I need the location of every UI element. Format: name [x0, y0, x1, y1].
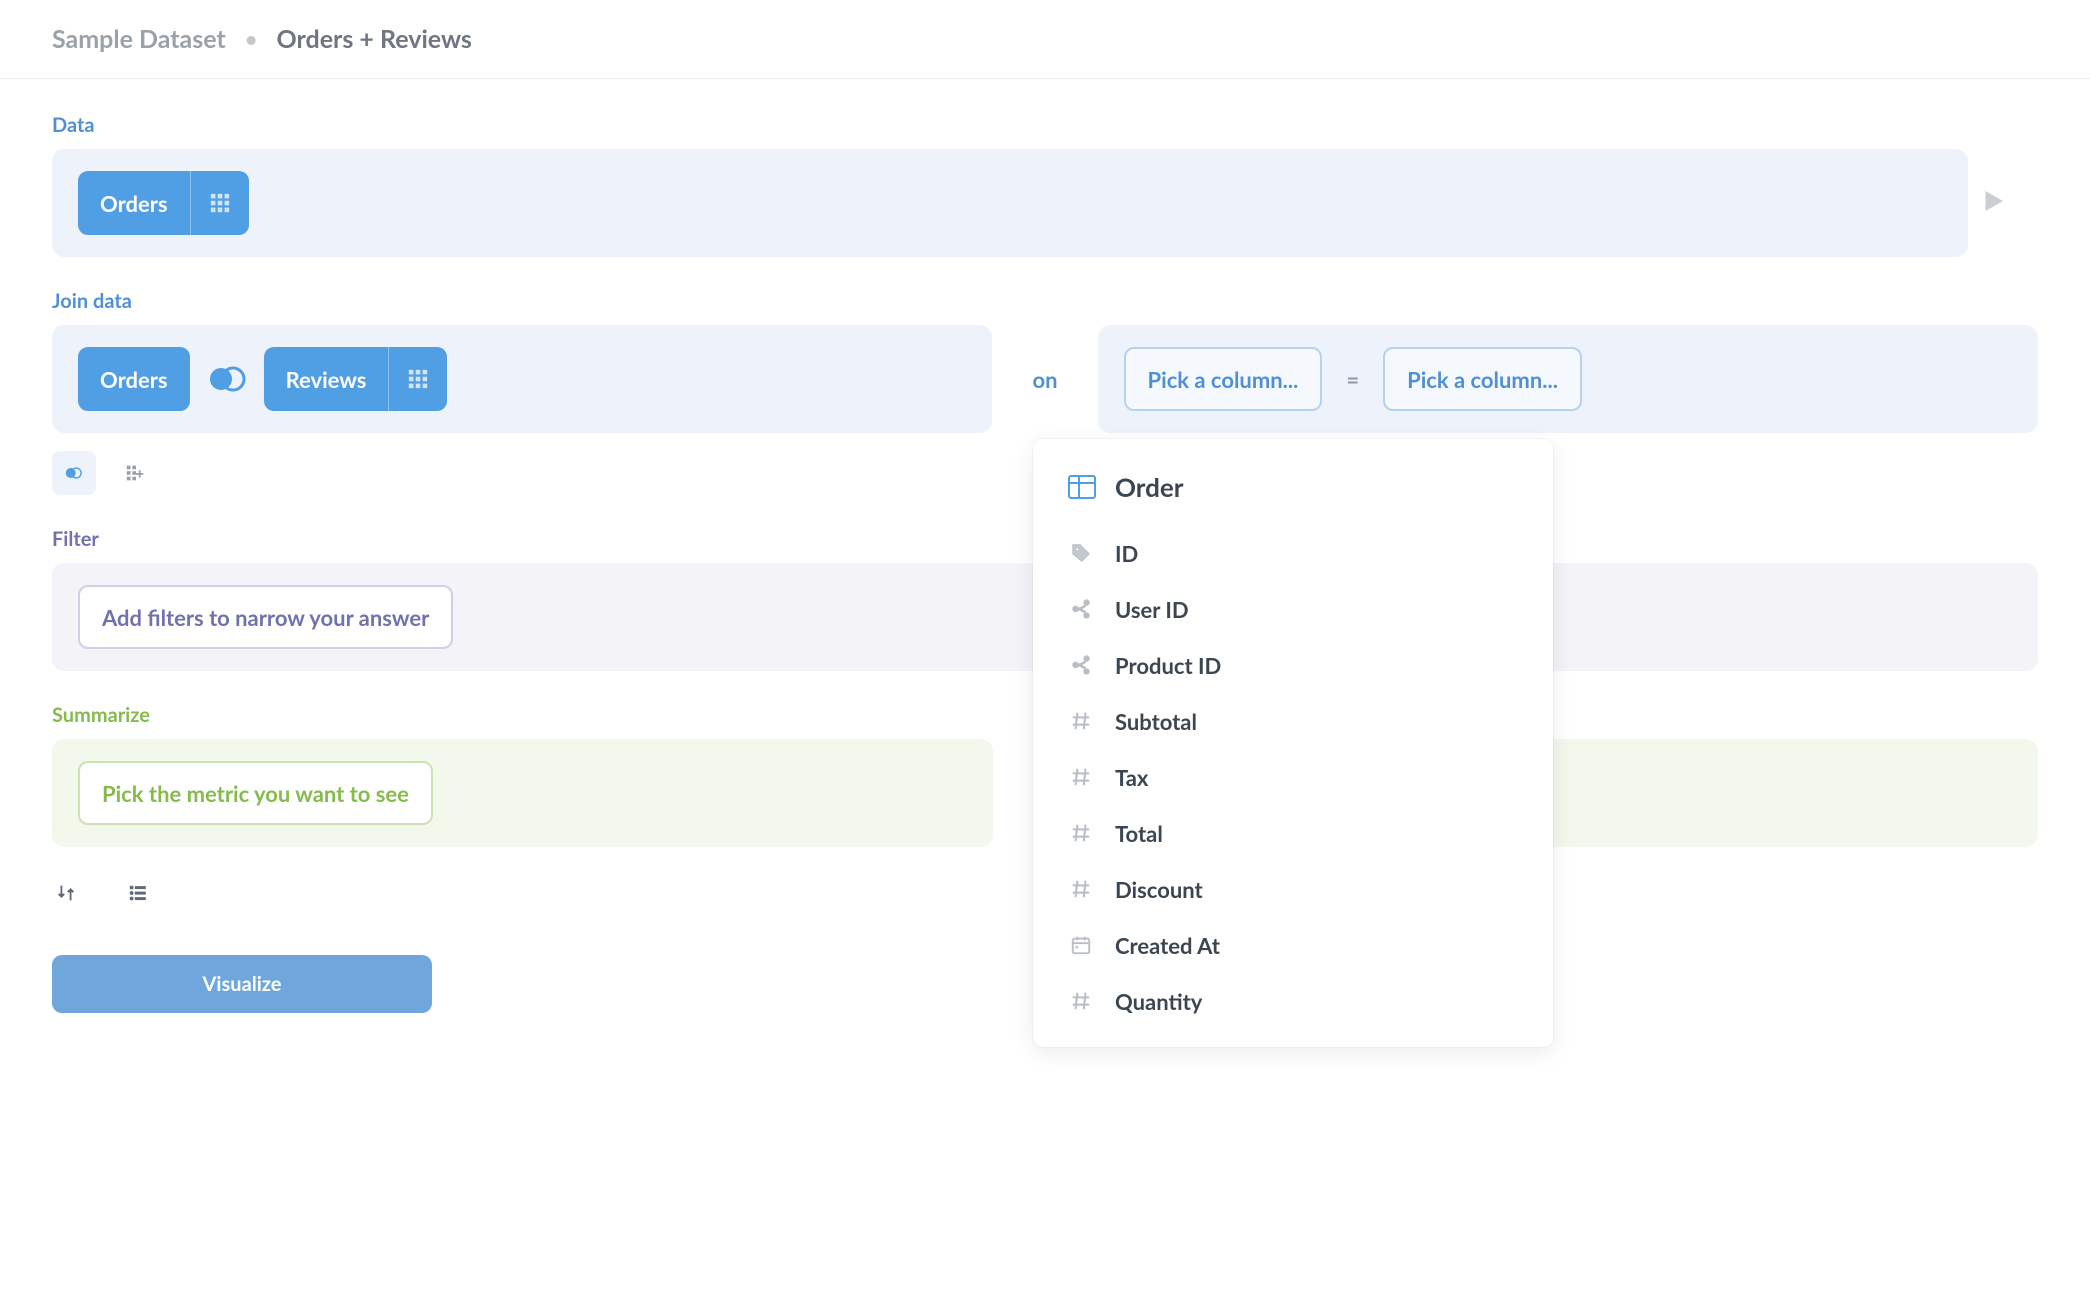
column-option-label: Created At: [1115, 932, 1220, 959]
join-on-label: on: [992, 366, 1097, 393]
column-option[interactable]: Created At: [1033, 917, 1553, 973]
breadcrumb-separator-icon: ●: [246, 28, 257, 50]
add-filter-button[interactable]: Add filters to narrow your answer: [78, 585, 453, 649]
section-label-join: Join data: [52, 289, 2038, 313]
table-columns-icon[interactable]: [190, 171, 249, 235]
column-option-label: Subtotal: [1115, 708, 1197, 735]
add-join-button[interactable]: [52, 451, 96, 495]
column-option[interactable]: ID: [1033, 525, 1553, 581]
column-picker-header[interactable]: Order: [1033, 465, 1553, 525]
run-query-icon[interactable]: [1978, 186, 2008, 220]
column-option-label: User ID: [1115, 596, 1189, 623]
column-option-label: Tax: [1115, 764, 1148, 791]
join-right-table-pill[interactable]: Reviews: [264, 347, 448, 411]
hash-icon: [1067, 875, 1095, 903]
column-picker-popup: Order ID User ID Product ID Subtotal Tax Tota…: [1033, 439, 1553, 1047]
tag-icon: [1067, 539, 1095, 567]
join-condition-panel: Pick a column... = Pick a column...: [1098, 325, 2038, 433]
breadcrumb: Sample Dataset ● Orders + Reviews: [0, 0, 2090, 79]
pick-metric-label: Pick the metric you want to see: [102, 780, 409, 807]
pick-right-column-label: Pick a column...: [1407, 366, 1558, 393]
column-option-label: ID: [1115, 540, 1138, 567]
equals-icon: =: [1334, 366, 1371, 393]
column-option[interactable]: User ID: [1033, 581, 1553, 637]
column-option[interactable]: Discount: [1033, 861, 1553, 917]
join-left-table-label: Orders: [78, 366, 190, 393]
calendar-icon: [1067, 931, 1095, 959]
join-left-table-pill[interactable]: Orders: [78, 347, 190, 411]
column-option[interactable]: Quantity: [1033, 973, 1553, 1029]
column-option[interactable]: Tax: [1033, 749, 1553, 805]
visualize-label: Visualize: [203, 972, 282, 996]
visualize-button[interactable]: Visualize: [52, 955, 432, 1013]
column-option[interactable]: Total: [1033, 805, 1553, 861]
pick-right-column-button[interactable]: Pick a column...: [1383, 347, 1582, 411]
data-table-label: Orders: [78, 190, 190, 217]
column-option[interactable]: Product ID: [1033, 637, 1553, 693]
add-filter-label: Add filters to narrow your answer: [102, 604, 429, 631]
pick-left-column-label: Pick a column...: [1148, 366, 1299, 393]
summarize-metric-panel: Pick the metric you want to see: [52, 739, 993, 847]
join-type-icon[interactable]: [206, 358, 248, 400]
column-option-label: Quantity: [1115, 988, 1202, 1015]
data-panel: Orders: [52, 149, 1968, 257]
share-icon: [1067, 651, 1095, 679]
column-option-label: Discount: [1115, 876, 1203, 903]
hash-icon: [1067, 819, 1095, 847]
section-label-data: Data: [52, 113, 2038, 137]
row-limit-button[interactable]: [124, 879, 152, 907]
hash-icon: [1067, 763, 1095, 791]
column-option-label: Product ID: [1115, 652, 1221, 679]
data-table-pill[interactable]: Orders: [78, 171, 249, 235]
join-right-table-label: Reviews: [264, 366, 389, 393]
pick-metric-button[interactable]: Pick the metric you want to see: [78, 761, 433, 825]
hash-icon: [1067, 707, 1095, 735]
breadcrumb-dataset[interactable]: Sample Dataset: [52, 24, 226, 54]
column-option[interactable]: Subtotal: [1033, 693, 1553, 749]
share-icon: [1067, 595, 1095, 623]
hash-icon: [1067, 987, 1095, 1015]
add-custom-column-button[interactable]: [114, 451, 158, 495]
column-option-label: Total: [1115, 820, 1163, 847]
breadcrumb-question[interactable]: Orders + Reviews: [277, 24, 472, 54]
table-columns-icon[interactable]: [388, 347, 447, 411]
column-picker-title: Order: [1115, 471, 1183, 503]
pick-left-column-button[interactable]: Pick a column...: [1124, 347, 1323, 411]
sort-button[interactable]: [52, 879, 80, 907]
join-left-panel: Orders Reviews: [52, 325, 992, 433]
